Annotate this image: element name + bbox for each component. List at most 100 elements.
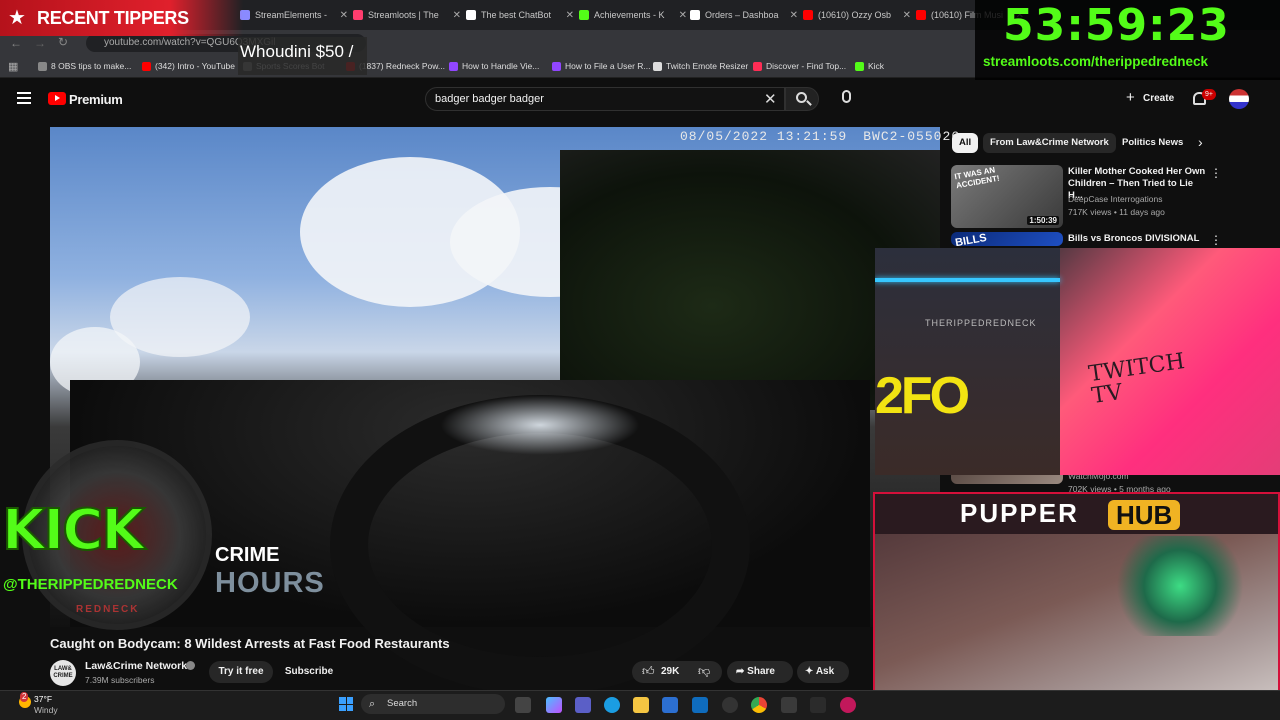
browser-tab[interactable]: Orders – Dashboa ✕ [690,4,798,26]
tab-label: StreamElements - [255,10,328,20]
tab-label: (10610) Ozzy Osb [818,10,892,20]
bookmark-item[interactable]: How to File a User R... [552,61,651,71]
bookmark-item[interactable]: 8 OBS tips to make... [38,61,131,71]
more-options-icon[interactable]: ⋮ [1210,233,1222,247]
create-plus-icon[interactable]: + [1126,90,1135,105]
bookmark-favicon-icon [552,61,561,71]
hub-label: HUB [1108,500,1181,530]
recommendation-thumbnail[interactable]: IT WAS AN ACCIDENT! 1:50:39 [951,165,1063,228]
redneck-badge-text: REDNECK [76,604,140,615]
browser-tab[interactable]: Streamloots | The ✕ [353,4,461,26]
cam-watermark: THERIPPEDREDNECK [925,318,1037,328]
tab-close-icon[interactable]: ✕ [566,10,574,21]
clear-search-icon[interactable]: ✕ [764,90,777,108]
file-explorer-icon[interactable] [633,697,649,713]
bookmark-item[interactable]: How to Handle Vie... [449,61,539,71]
copilot-icon[interactable] [546,697,562,713]
filter-chip[interactable]: Politics News [1115,133,1190,153]
video-duration: 1:50:39 [1027,216,1059,225]
outlook-icon[interactable] [692,697,708,713]
apps-grid-icon[interactable]: ▦ [8,60,18,73]
youtube-logo-icon[interactable] [48,92,66,105]
taskbar-search-box[interactable]: ⌕ Search [361,694,505,714]
cam-logo-partial: 2FO [875,367,970,425]
app-icon[interactable] [781,697,797,713]
forward-icon[interactable]: → [34,36,46,50]
share-label: Share [747,666,775,677]
taskbar-search-label: Search [387,698,418,709]
bookmark-item[interactable]: Twitch Emote Resizer [653,61,748,71]
ask-label: Ask [815,666,835,677]
create-button[interactable]: Create [1143,93,1174,104]
like-dislike-group: 👍︎ 29K 👎︎ [632,661,722,683]
webcam-pupper-hub: PUPPER HUB [873,492,1280,720]
browser-tab[interactable]: StreamElements - ✕ [240,4,348,26]
filter-chip[interactable]: All [952,133,979,153]
tab-label: Streamloots | The [368,10,439,20]
tab-label: The best ChatBot [481,10,552,20]
notifications-badge: 9+ [1202,89,1216,100]
channel-name[interactable]: Law&Crime Network [85,660,187,672]
tab-favicon-icon [803,10,813,20]
recommendation-title[interactable]: Bills vs Broncos DIVISIONAL [1068,233,1208,245]
bookmark-favicon-icon [449,61,458,71]
recommendation-meta: 717K views • 11 days ago [1068,207,1165,217]
try-it-free-button[interactable]: Try it free [209,661,273,683]
pupper-label: PUPPER [960,498,1079,528]
bookmark-item[interactable]: Kick [855,61,884,71]
tab-close-icon[interactable]: ✕ [679,10,687,21]
browser-tab[interactable]: The best ChatBot ✕ [466,4,574,26]
tab-close-icon[interactable]: ✕ [903,10,911,21]
browser-tab[interactable]: Achievements - K ✕ [579,4,687,26]
tab-close-icon[interactable]: ✕ [340,10,348,21]
browser-tab[interactable]: (10610) Ozzy Osb ✕ [803,4,911,26]
chips-next-icon[interactable]: › [1198,134,1203,150]
reload-icon[interactable]: ↻ [58,35,68,49]
cam-box-text: TWITCH TV [1087,349,1187,410]
search-input[interactable]: badger badger badger [425,87,785,111]
obs-icon[interactable] [722,697,738,713]
recommendation-thumbnail[interactable]: BILLS [951,232,1063,246]
taskbar-search-icon: ⌕ [369,698,376,710]
account-avatar[interactable] [1229,89,1249,109]
bookmark-favicon-icon [653,61,662,71]
dislike-icon[interactable]: 👎︎ [698,664,710,679]
windows-start-icon[interactable] [339,697,353,711]
recommendation-channel[interactable]: DeepCase Interrogations [1068,194,1163,204]
like-icon[interactable]: 👍︎ [642,664,655,679]
tab-close-icon[interactable]: ✕ [790,10,798,21]
bookmark-label: 8 OBS tips to make... [51,61,132,71]
filter-chip[interactable]: From Law&Crime Network [983,133,1116,153]
streamloots-icon[interactable] [840,697,856,713]
edge-icon[interactable] [604,697,620,713]
subathon-timer-panel: 53:59:23 streamloots.com/therippedrednec… [975,0,1280,80]
bookmark-favicon-icon [38,61,47,71]
share-button[interactable]: ➦ Share [727,661,793,683]
bookmark-label: (342) Intro - YouTube [155,61,236,71]
terminal-icon[interactable] [810,697,826,713]
bookmark-favicon-icon [855,61,864,71]
verified-icon [186,661,195,670]
kick-logo-text: KICK [1,497,146,564]
back-icon[interactable]: ← [10,36,22,50]
chrome-icon[interactable] [751,697,767,713]
tab-favicon-icon [466,10,476,20]
microphone-icon[interactable] [842,90,851,103]
search-button[interactable] [785,87,819,111]
store-icon[interactable] [662,697,678,713]
channel-avatar[interactable]: LAW& CRIME [50,660,76,686]
ask-button[interactable]: ✦ Ask [797,661,849,683]
tippers-title: RECENT TIPPERS [37,8,189,28]
tipper-entry: Whoudini $50 / [238,37,368,75]
more-options-icon[interactable]: ⋮ [1210,166,1222,180]
bookmark-item[interactable]: Discover - Find Top... [753,61,846,71]
webcam-pink-box: THERIPPEDREDNECK 2FO TWITCH TV [875,248,1280,475]
bookmark-label: How to File a User R... [565,61,651,71]
teams-icon[interactable] [575,697,591,713]
task-view-icon[interactable] [515,697,531,713]
menu-icon[interactable] [17,92,31,104]
tab-close-icon[interactable]: ✕ [453,10,461,21]
tab-label: Orders – Dashboa [705,10,779,20]
bookmark-item[interactable]: (342) Intro - YouTube [142,61,235,71]
subscribe-button[interactable]: Subscribe [278,661,340,683]
